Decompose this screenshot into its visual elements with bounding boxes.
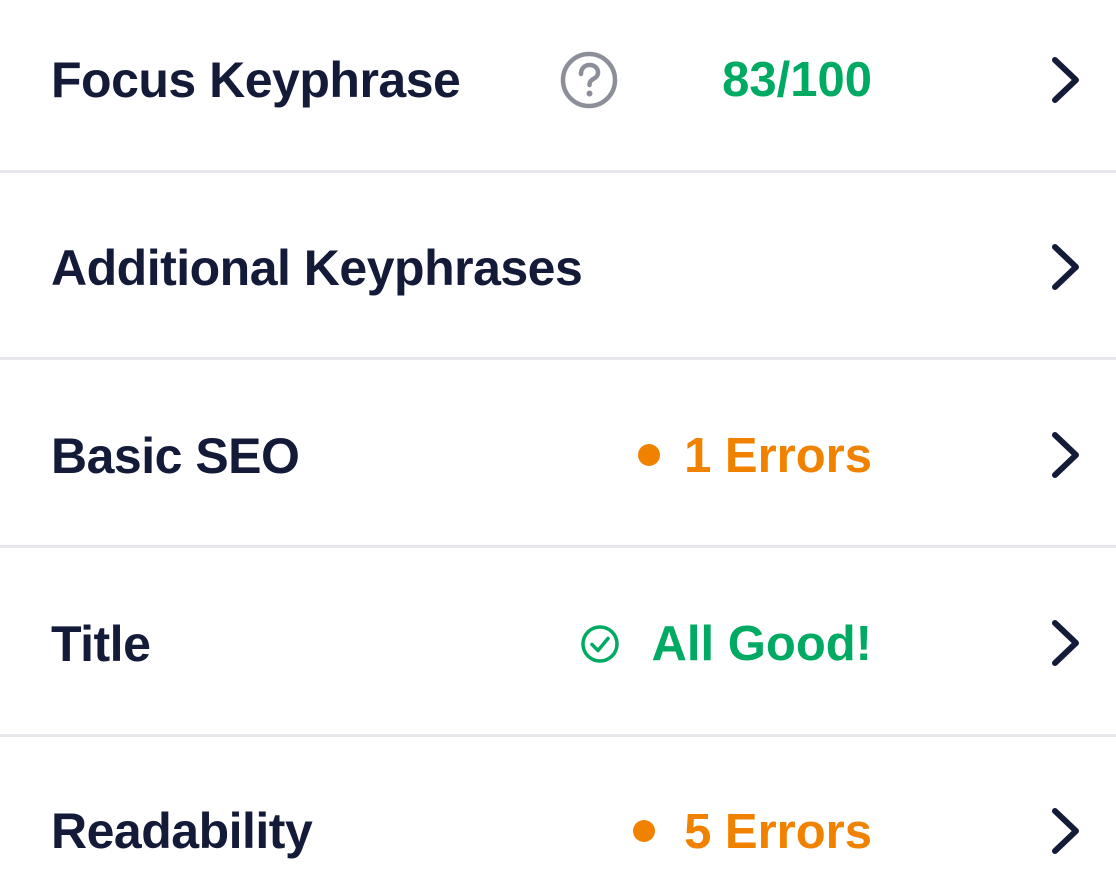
basic-seo-row[interactable]: Basic SEO 1 Errors	[0, 360, 1116, 546]
title-label: Title	[51, 616, 151, 672]
chevron-right-icon[interactable]	[1046, 430, 1086, 480]
chevron-right-icon[interactable]	[1046, 242, 1086, 292]
additional-keyphrases-label: Additional Keyphrases	[51, 240, 583, 296]
warning-dot-icon	[633, 820, 655, 842]
warning-dot-icon	[638, 444, 660, 466]
chevron-right-icon[interactable]	[1046, 618, 1086, 668]
readability-label: Readability	[51, 803, 313, 859]
readability-status: 5 Errors	[684, 805, 872, 859]
check-circle-icon	[581, 625, 619, 663]
title-row[interactable]: Title All Good!	[0, 548, 1116, 734]
chevron-right-icon[interactable]	[1046, 806, 1086, 856]
focus-keyphrase-row[interactable]: Focus Keyphrase 83/100	[0, 0, 1116, 172]
basic-seo-label: Basic SEO	[51, 428, 300, 484]
focus-keyphrase-score: 83/100	[722, 53, 872, 107]
chevron-right-icon[interactable]	[1046, 55, 1086, 105]
question-circle-icon[interactable]	[560, 51, 618, 109]
basic-seo-status: 1 Errors	[684, 429, 872, 483]
focus-keyphrase-label: Focus Keyphrase	[51, 52, 461, 108]
additional-keyphrases-row[interactable]: Additional Keyphrases	[0, 172, 1116, 358]
title-status: All Good!	[651, 617, 872, 671]
seo-analysis-panel: Focus Keyphrase 83/100 Additional Keyphr…	[0, 0, 1116, 888]
readability-row[interactable]: Readability 5 Errors	[0, 736, 1116, 888]
